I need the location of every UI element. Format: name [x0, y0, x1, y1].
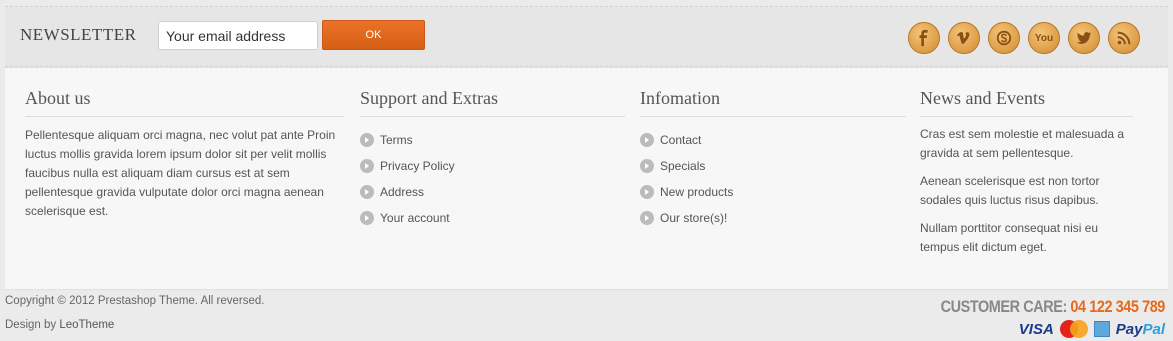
customer-care-label: CUSTOMER CARE: — [940, 297, 1071, 316]
link-label: Terms — [380, 133, 413, 147]
arrow-circle-icon — [640, 185, 654, 199]
news-column: News and Events Cras est sem molestie et… — [920, 88, 1133, 266]
information-column: Infomation Contact Specials New products… — [640, 88, 906, 231]
footer-main-panel: About us Pellentesque aliquam orci magna… — [5, 67, 1168, 290]
amex-icon — [1093, 321, 1110, 337]
support-link-terms[interactable]: Terms — [360, 127, 625, 153]
vimeo-icon[interactable] — [948, 22, 980, 54]
social-links: You — [908, 22, 1140, 54]
newsletter-submit-button[interactable]: OK — [322, 20, 425, 50]
link-label: Your account — [380, 211, 450, 225]
arrow-circle-icon — [360, 211, 374, 225]
design-prefix: Design by — [5, 319, 60, 331]
support-link-privacy-policy[interactable]: Privacy Policy — [360, 153, 625, 179]
news-item: Cras est sem molestie et malesuada a gra… — [920, 127, 1125, 160]
support-column: Support and Extras Terms Privacy Policy … — [360, 88, 625, 231]
link-label: Contact — [660, 133, 702, 147]
newsletter-email-input[interactable] — [158, 21, 318, 50]
support-heading: Support and Extras — [360, 88, 625, 117]
news-heading: News and Events — [920, 88, 1133, 117]
arrow-circle-icon — [640, 159, 654, 173]
news-item: Nullam porttitor consequat nisi eu tempu… — [920, 221, 1099, 254]
youtube-icon[interactable]: You — [1028, 22, 1060, 54]
skype-icon[interactable] — [988, 22, 1020, 54]
information-links: Contact Specials New products Our store(… — [640, 127, 906, 231]
arrow-circle-icon — [640, 133, 654, 147]
support-link-your-account[interactable]: Your account — [360, 205, 625, 231]
about-heading: About us — [25, 88, 344, 117]
leotheme-link[interactable]: LeoTheme — [59, 319, 114, 331]
link-label: Our store(s)! — [660, 211, 728, 225]
customer-care-number: 04 122 345 789 — [1070, 297, 1166, 316]
arrow-circle-icon — [360, 159, 374, 173]
twitter-icon[interactable] — [1068, 22, 1100, 54]
arrow-circle-icon — [640, 211, 654, 225]
link-label: New products — [660, 185, 734, 199]
about-text: Pellentesque aliquam orci magna, nec vol… — [25, 128, 336, 218]
info-link-contact[interactable]: Contact — [640, 127, 906, 153]
mastercard-icon — [1059, 320, 1088, 338]
design-credit: Design by LeoTheme — [5, 319, 114, 331]
support-links: Terms Privacy Policy Address Your accoun… — [360, 127, 625, 231]
rss-icon[interactable] — [1108, 22, 1140, 54]
paypal-pal: Pal — [1142, 320, 1165, 338]
info-link-our-stores[interactable]: Our store(s)! — [640, 205, 906, 231]
payment-methods: VISA PayPal — [1019, 320, 1165, 338]
info-link-new-products[interactable]: New products — [640, 179, 906, 205]
newsletter-title: NEWSLETTER — [20, 25, 137, 44]
link-label: Address — [380, 185, 425, 199]
newsletter-bar: NEWSLETTER OK You — [5, 6, 1168, 67]
about-column: About us Pellentesque aliquam orci magna… — [25, 88, 344, 221]
link-label: Specials — [660, 159, 706, 173]
support-link-address[interactable]: Address — [360, 179, 625, 205]
arrow-circle-icon — [360, 133, 374, 147]
info-link-specials[interactable]: Specials — [640, 153, 906, 179]
facebook-icon[interactable] — [908, 22, 940, 54]
information-heading: Infomation — [640, 88, 906, 117]
paypal-logo: PayPal — [1116, 321, 1165, 338]
paypal-pay: Pay — [1115, 320, 1143, 338]
copyright-text: Copyright © 2012 Prestashop Theme. All r… — [5, 295, 265, 307]
arrow-circle-icon — [360, 185, 374, 199]
news-item: Aenean scelerisque est non tortor sodale… — [920, 174, 1100, 207]
link-label: Privacy Policy — [380, 159, 455, 173]
visa-logo: VISA — [1018, 320, 1054, 338]
customer-care: CUSTOMER CARE: 04 122 345 789 — [940, 297, 1166, 317]
